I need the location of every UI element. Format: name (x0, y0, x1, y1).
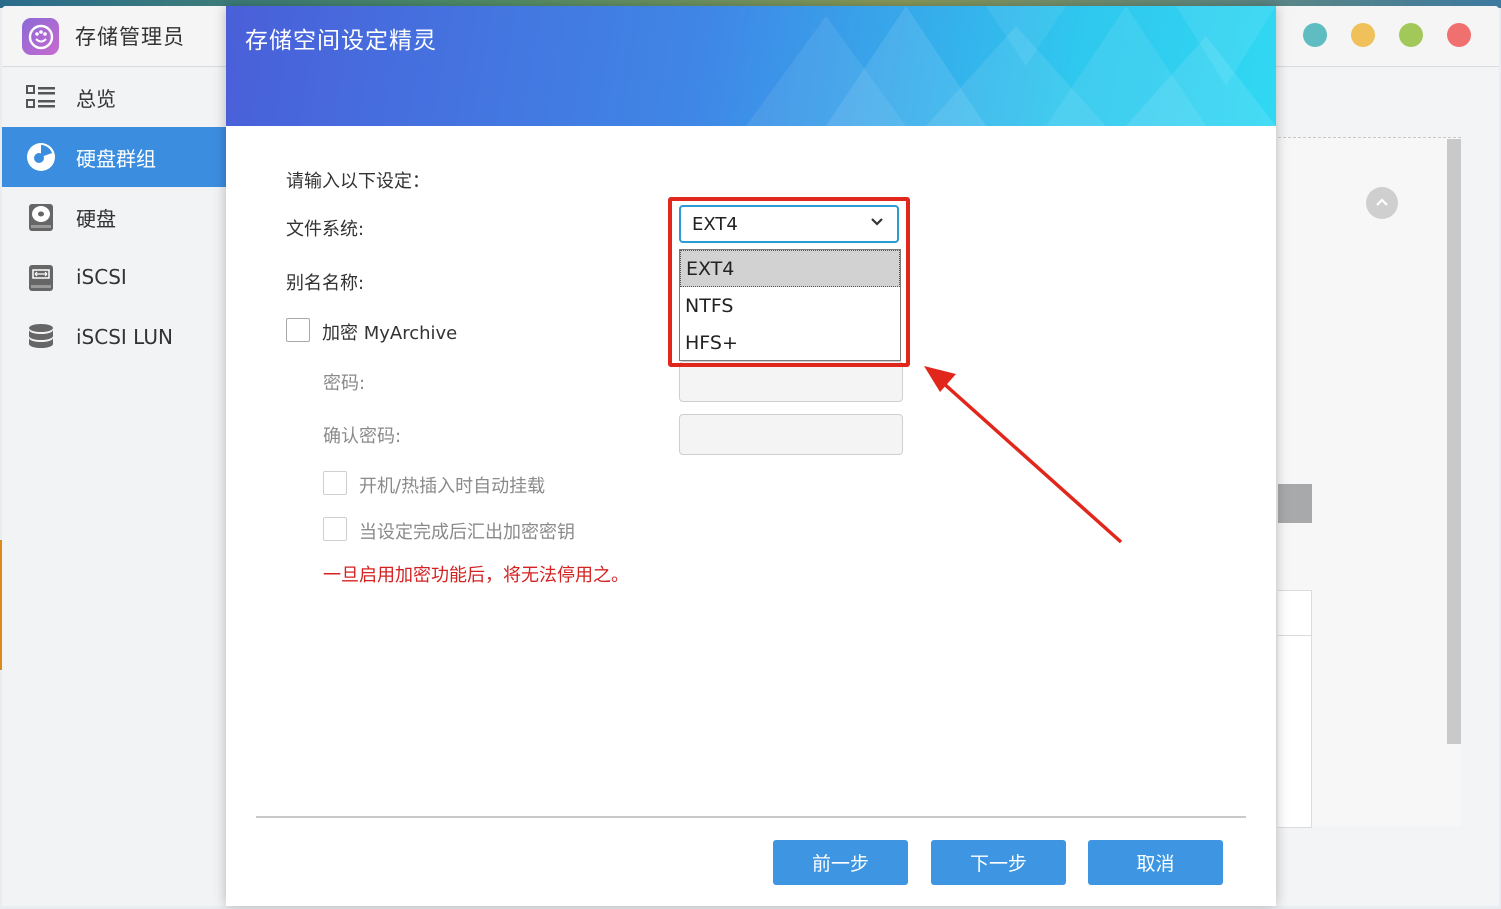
sidebar-item-label: 硬盘 (76, 206, 116, 231)
automount-label: 开机/热插入时自动挂载 (359, 476, 546, 497)
annotation-highlight-box (668, 197, 910, 367)
dialog-footer-divider (256, 816, 1246, 818)
sidebar: 总览 硬盘群组 硬盘 iSCSI iSCSI LUN (2, 67, 226, 906)
sidebar-item-label: 硬盘群组 (76, 146, 156, 171)
sidebar-item-label: 总览 (76, 86, 116, 111)
cancel-button[interactable]: 取消 (1088, 840, 1223, 885)
sidebar-item-label: iSCSI LUN (76, 325, 173, 349)
filesystem-label: 文件系统: (286, 219, 365, 240)
alias-label: 别名名称: (286, 273, 365, 294)
next-button[interactable]: 下一步 (931, 840, 1066, 885)
hard-disk-icon (24, 200, 58, 234)
background-button[interactable] (1278, 484, 1312, 523)
scroll-up-icon[interactable] (1366, 187, 1398, 219)
window-dot-yellow[interactable] (1351, 23, 1375, 47)
sidebar-item-overview[interactable]: 总览 (2, 67, 226, 127)
prev-button[interactable]: 前一步 (773, 840, 908, 885)
sidebar-item-hard-disk[interactable]: 硬盘 (2, 187, 226, 247)
sidebar-item-iscsi[interactable]: iSCSI (2, 247, 226, 307)
background-scrollbar[interactable] (1447, 139, 1461, 744)
export-key-checkbox[interactable] (323, 517, 347, 541)
dialog-header: 存储空间设定精灵 (226, 6, 1276, 126)
iscsi-icon (24, 260, 58, 294)
overview-list-icon (24, 80, 58, 114)
database-icon (24, 320, 58, 354)
automount-checkbox[interactable] (323, 471, 347, 495)
confirm-password-field[interactable] (679, 414, 903, 455)
disk-group-icon (24, 140, 58, 174)
dialog-title: 存储空间设定精灵 (245, 28, 437, 54)
encrypt-checkbox[interactable] (286, 318, 310, 342)
sidebar-item-disk-group[interactable]: 硬盘群组 (2, 127, 226, 187)
window-dot-teal[interactable] (1303, 23, 1327, 47)
storage-manager-logo-icon (22, 18, 59, 55)
window-controls (1303, 23, 1471, 47)
app-title: 存储管理员 (75, 25, 185, 49)
storage-wizard-dialog: 存储空间设定精灵 请输入以下设定： 文件系统: 别名名称: 加密 MyArchi… (226, 6, 1276, 906)
window-close-button[interactable] (1447, 23, 1471, 47)
sidebar-item-iscsi-lun[interactable]: iSCSI LUN (2, 307, 226, 367)
sidebar-item-label: iSCSI (76, 265, 127, 289)
encrypt-label: 加密 MyArchive (322, 323, 458, 344)
export-key-label: 当设定完成后汇出加密密钥 (359, 522, 575, 543)
confirm-password-label: 确认密码: (323, 426, 402, 447)
password-field[interactable] (679, 361, 903, 402)
settings-intro: 请输入以下设定： (286, 171, 430, 192)
password-label: 密码: (323, 373, 366, 394)
encryption-warning: 一旦启用加密功能后，将无法停用之。 (323, 565, 629, 586)
background-table-divider (1278, 635, 1311, 636)
background-table (1278, 590, 1312, 828)
window-dot-green[interactable] (1399, 23, 1423, 47)
